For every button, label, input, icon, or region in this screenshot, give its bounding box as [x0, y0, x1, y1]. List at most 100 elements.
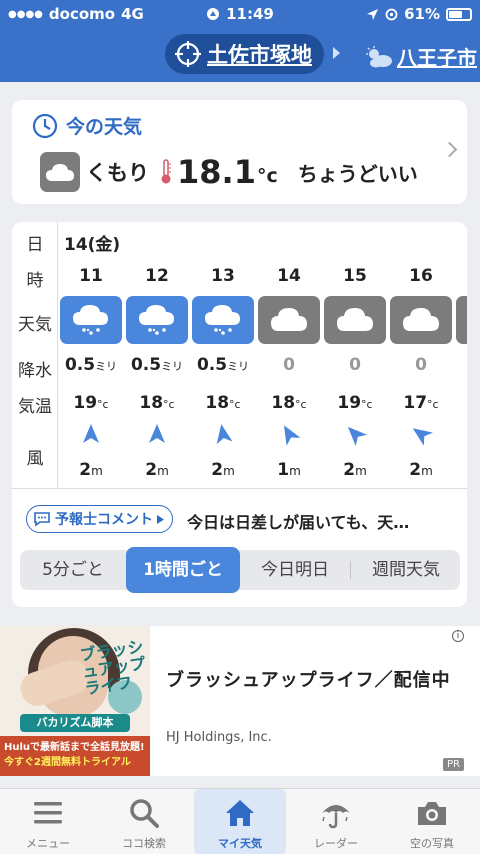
- wind-unit: m: [223, 464, 235, 478]
- current-weather-card[interactable]: 今の天気 くもり 18.1 °c ちょうどいい: [12, 100, 467, 204]
- clock-icon: [32, 113, 58, 138]
- search-icon: [130, 799, 159, 828]
- nav-search-label: ココ検索: [122, 837, 166, 850]
- wind-direction-icon: [216, 424, 233, 445]
- wind-number: 2: [343, 460, 356, 480]
- rain-icon: [126, 296, 188, 344]
- wind-direction-icon: [284, 425, 301, 446]
- thermometer-icon: [161, 159, 171, 184]
- nav-menu[interactable]: メニュー: [2, 789, 94, 854]
- hourly-columns[interactable]: 11 0.5ミリ 19°c 2m 12 0.5ミリ 18°c 2m 13 0.5ミリ 18°c 2m 1…: [58, 222, 467, 488]
- wind-number: 1: [277, 460, 290, 480]
- next-arrow-icon[interactable]: [333, 47, 340, 59]
- tab-today-tomorrow[interactable]: 今日明日: [242, 550, 348, 590]
- tab-separator: [350, 561, 351, 579]
- forecaster-comment-text[interactable]: 今日は日差しが届いても、天…: [187, 509, 459, 533]
- nav-my-weather[interactable]: マイ天気: [194, 789, 286, 854]
- hour-label: 15: [343, 266, 367, 286]
- hour-column[interactable]: 14 0 18°c 1m: [256, 222, 322, 488]
- wind-direction-icon: [149, 424, 165, 443]
- temp-number: 17: [403, 393, 428, 413]
- hour-label: 16: [409, 266, 433, 286]
- row-label-weather: 天気: [18, 315, 52, 335]
- hourly-forecast-card: 日 時 天気 降水 気温 風 14(金) 11 0.5ミリ 19°c 2m 12 0.5ミ…: [12, 222, 467, 607]
- hour-column[interactable]: 13 0.5ミリ 18°c 2m: [190, 222, 256, 488]
- wind-direction-icon: [347, 426, 367, 446]
- wind-direction-icon: [83, 424, 99, 443]
- nav-menu-label: メニュー: [26, 837, 70, 850]
- ad-image-cta-line2: 今すぐ2週間無料トライアル: [4, 757, 131, 768]
- current-weather-label: くもり: [86, 161, 149, 185]
- precip-value: 0: [322, 355, 388, 375]
- divider: [12, 488, 467, 489]
- hour-label: 13: [211, 266, 235, 286]
- ad-banner[interactable]: ブラッシュアップライフ バカリズム脚本 Huluで最新話まで全話見放題! 今すぐ…: [0, 626, 480, 776]
- wind-unit: m: [91, 464, 103, 478]
- ad-image-cta: Huluで最新話まで全話見放題! 今すぐ2週間無料トライアル: [0, 736, 150, 776]
- nav-radar[interactable]: レーダー: [290, 789, 382, 854]
- forecaster-comment-label: 予報士コメント: [55, 512, 153, 528]
- nav-sky-photo[interactable]: 空の写真: [386, 789, 478, 854]
- temp-unit: °c: [229, 398, 241, 411]
- wind-direction-icon: [412, 428, 433, 446]
- cloudy-icon: [390, 296, 452, 344]
- hour-column[interactable]: 16 0 17°c 2m: [388, 222, 454, 488]
- location-arrow-icon: [367, 8, 379, 20]
- ad-title[interactable]: ブラッシュアップライフ／配信中: [166, 666, 451, 692]
- temp-unit: °c: [295, 398, 307, 411]
- temp-number: 19: [73, 393, 98, 413]
- row-label-day: 日: [26, 235, 44, 255]
- signal-icon: ●●●●: [8, 8, 43, 20]
- tab-weekly[interactable]: 週間天気: [352, 550, 460, 590]
- wind-number: 2: [79, 460, 92, 480]
- hour-label: 12: [145, 266, 169, 286]
- nav-sky-photo-label: 空の写真: [410, 837, 454, 850]
- precip-value: 0.5ミリ: [190, 355, 256, 375]
- wind-value: 2m: [190, 460, 256, 480]
- current-location-pill[interactable]: 土佐市塚地: [165, 34, 324, 74]
- next-location-tab[interactable]: 八王子市: [365, 42, 477, 71]
- nav-search[interactable]: ココ検索: [98, 789, 190, 854]
- speech-bubble-icon: [34, 512, 50, 527]
- wind-value: 2m: [388, 460, 454, 480]
- next-hour-peek: [456, 296, 467, 344]
- rain-icon: [192, 296, 254, 344]
- hour-column[interactable]: 12 0.5ミリ 18°c 2m: [124, 222, 190, 488]
- wind-unit: m: [289, 464, 301, 478]
- row-label-precip: 降水: [18, 361, 52, 381]
- chevron-right-icon: [441, 141, 458, 158]
- precip-unit: ミリ: [161, 360, 184, 373]
- ad-image[interactable]: ブラッシュアップライフ バカリズム脚本 Huluで最新話まで全話見放題! 今すぐ…: [0, 626, 150, 776]
- forecaster-comment-button[interactable]: 予報士コメント: [26, 505, 173, 533]
- interval-tabs: 5分ごと 1時間ごと 今日明日 週間天気: [20, 547, 460, 593]
- ad-info-icon[interactable]: i: [452, 630, 464, 642]
- ad-image-logo: ブラッシュアップライフ: [78, 636, 147, 699]
- current-temp: 18.1: [177, 153, 256, 191]
- wind-number: 2: [211, 460, 224, 480]
- temp-value: 18°c: [124, 393, 190, 413]
- tab-5min[interactable]: 5分ごと: [20, 550, 126, 590]
- ad-company: HJ Holdings, Inc.: [166, 730, 272, 745]
- precip-value: 0: [256, 355, 322, 375]
- cloudy-icon: [324, 296, 386, 344]
- wind-value: 2m: [322, 460, 388, 480]
- tab-hourly[interactable]: 1時間ごと: [126, 547, 240, 593]
- precip-number: 0.5: [64, 355, 96, 375]
- temp-unit: °c: [427, 398, 439, 411]
- hour-column[interactable]: 15 0 19°c 2m: [322, 222, 388, 488]
- status-bar: ●●●● docomo 4G 11:49 61%: [0, 0, 480, 28]
- hour-label: 11: [79, 266, 103, 286]
- current-temp-unit: °c: [256, 165, 278, 187]
- precip-unit: ミリ: [227, 360, 250, 373]
- wind-number: 2: [145, 460, 158, 480]
- row-label-hour: 時: [26, 271, 44, 291]
- precip-value: 0.5ミリ: [58, 355, 124, 375]
- ad-pr-badge: PR: [443, 758, 464, 771]
- current-weather-title: 今の天気: [66, 116, 143, 138]
- hour-column[interactable]: 11 0.5ミリ 19°c 2m: [58, 222, 124, 488]
- temp-value: 19°c: [58, 393, 124, 413]
- wind-unit: m: [355, 464, 367, 478]
- carrier-label: docomo: [48, 5, 116, 23]
- cloudy-icon: [258, 296, 320, 344]
- battery-percent: 61%: [404, 5, 440, 23]
